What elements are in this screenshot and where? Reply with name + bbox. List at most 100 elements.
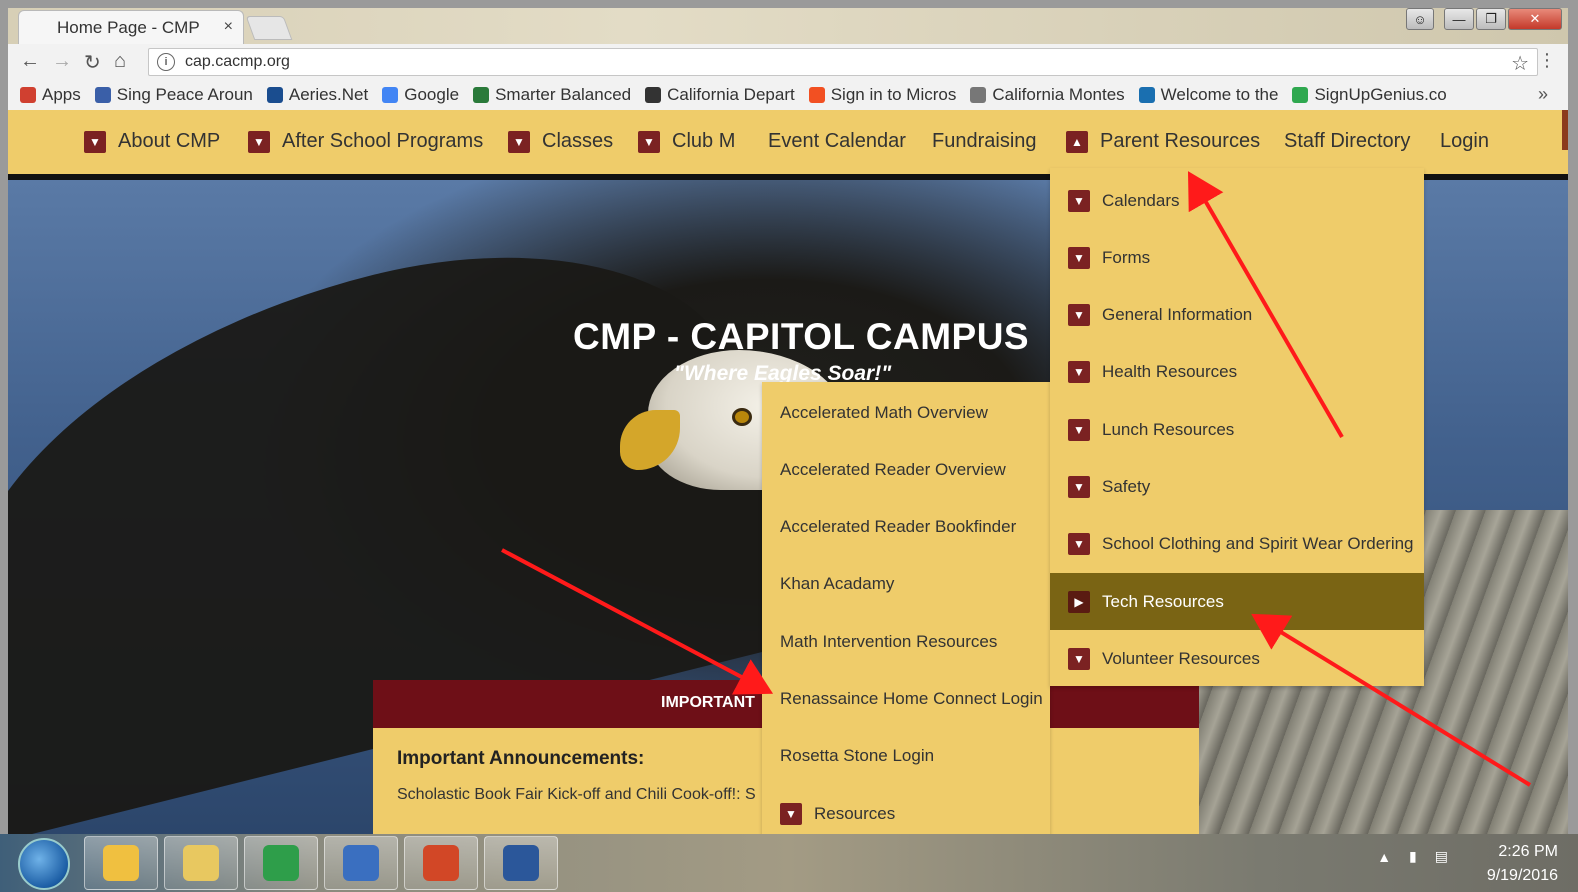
parent-resources-item-6[interactable]: ▼ School Clothing and Spirit Wear Orderin… (1050, 516, 1424, 573)
bookmark-label: Apps (42, 85, 81, 104)
nav-item-4[interactable]: Event Calendar (768, 130, 906, 153)
nav-item-3[interactable]: ▼ Club M (638, 130, 735, 153)
parent-resources-item-3[interactable]: ▼ Health Resources (1050, 344, 1424, 401)
tray-expand-icon[interactable]: ▲ (1377, 849, 1391, 865)
bookmark-2[interactable]: Aeries.Net (266, 85, 369, 105)
bookmark-6[interactable]: Sign in to Micros (808, 85, 956, 105)
clock-time: 2:26 PM (1498, 843, 1558, 860)
tech-resources-item-5[interactable]: Renassaince Home Connect Login (762, 671, 1050, 728)
network-icon[interactable]: ▤ (1435, 848, 1448, 865)
bookmark-label: California Depart (667, 85, 795, 104)
taskbar-app-2[interactable] (244, 836, 318, 890)
taskbar-app-0[interactable] (84, 836, 158, 890)
tech-resources-item-2[interactable]: Accelerated Reader Bookfinder (762, 499, 1050, 556)
chevron-down-icon[interactable]: ▼ (248, 130, 270, 153)
tech-resources-item-1[interactable]: Accelerated Reader Overview (762, 441, 1050, 498)
bookmark-3[interactable]: Google (382, 85, 459, 105)
parent-resources-item-1[interactable]: ▼ Forms (1050, 229, 1424, 286)
tech-resources-item-0[interactable]: Accelerated Math Overview (762, 384, 1050, 441)
bookmarks-bar: Apps Sing Peace Aroun Aeries.Net Google Smar… (8, 80, 1568, 110)
parent-resources-item-5[interactable]: ▼ Safety (1050, 459, 1424, 516)
browser-window: Home Page - CMP × ☺ — ❐ ✕ ← → ↻ ⌂ i cap.… (8, 8, 1568, 834)
parent-resources-item-0[interactable]: ▼ Calendars (1050, 172, 1424, 229)
chevron-down-icon[interactable]: ▼ (508, 130, 530, 153)
parent-resources-item-4[interactable]: ▼ Lunch Resources (1050, 401, 1424, 458)
reload-icon[interactable]: ↻ (84, 50, 101, 75)
site-title: CMP - CAPITOL CAMPUS (573, 316, 1030, 357)
bookmark-favicon-icon (1292, 87, 1309, 103)
parent-resources-item-8[interactable]: ▼ Volunteer Resources (1050, 630, 1424, 687)
chevron-down-icon: ▼ (1068, 304, 1090, 327)
bookmark-5[interactable]: California Depart (645, 85, 795, 105)
bookmark-favicon-icon (94, 87, 111, 103)
bookmark-star-icon[interactable]: ☆ (1511, 51, 1529, 76)
nav-item-1[interactable]: ▼ After School Programs (248, 130, 483, 153)
scrollbar[interactable] (1562, 110, 1568, 150)
browser-menu-icon[interactable]: ⋮ (1538, 50, 1556, 71)
nav-item-0[interactable]: ▼ About CMP (84, 130, 220, 153)
new-tab-button[interactable] (245, 16, 293, 40)
nav-item-8[interactable]: Login (1440, 130, 1489, 153)
nav-item-7[interactable]: Staff Directory (1284, 130, 1410, 153)
bookmark-0[interactable]: Apps (20, 85, 81, 105)
bookmark-favicon-icon (1138, 87, 1155, 103)
menu-item-label: Math Intervention Resources (780, 631, 998, 651)
maximize-button[interactable]: ❐ (1476, 8, 1506, 30)
bookmark-label: Aeries.Net (288, 85, 369, 104)
tech-resources-item-4[interactable]: Math Intervention Resources (762, 613, 1050, 670)
menu-item-label: Calendars (1102, 190, 1180, 210)
chevron-down-icon[interactable]: ▼ (84, 130, 106, 153)
start-button[interactable] (18, 838, 70, 890)
home-icon[interactable]: ⌂ (114, 50, 126, 73)
system-tray: ▲ ▮ ▤ (1377, 848, 1448, 865)
bookmark-8[interactable]: Welcome to the (1138, 85, 1279, 105)
nav-item-label: Fundraising (932, 130, 1037, 152)
back-icon[interactable]: ← (20, 50, 40, 73)
word-icon (503, 845, 539, 881)
app-blue-icon (343, 845, 379, 881)
bookmark-7[interactable]: California Montes (970, 85, 1125, 105)
bookmark-label: California Montes (992, 85, 1125, 104)
tab-close-icon[interactable]: × (224, 18, 233, 36)
menu-item-label: Health Resources (1102, 362, 1238, 382)
tab-home-page[interactable]: Home Page - CMP × (18, 10, 244, 44)
tech-resources-item-7[interactable]: ▼ Resources (762, 785, 1050, 834)
bookmark-label: Sing Peace Aroun (116, 85, 253, 104)
clock-date: 9/19/2016 (1486, 867, 1558, 884)
bookmark-label: Welcome to the (1160, 85, 1279, 104)
info-icon[interactable]: i (157, 53, 175, 71)
chevron-up-icon[interactable]: ▲ (1066, 130, 1088, 153)
bookmarks-overflow-icon[interactable]: » (1538, 84, 1548, 105)
taskbar-app-1[interactable] (164, 836, 238, 890)
tech-resources-item-3[interactable]: Khan Acadamy (762, 556, 1050, 613)
parent-resources-item-2[interactable]: ▼ General Information (1050, 287, 1424, 344)
windows-taskbar: ▲ ▮ ▤ 2:26 PM 9/19/2016 (0, 834, 1578, 892)
powerpoint-icon (423, 845, 459, 881)
bookmark-9[interactable]: SignUpGenius.co (1292, 85, 1447, 105)
forward-icon[interactable]: → (52, 50, 72, 73)
bookmark-4[interactable]: Smarter Balanced (473, 85, 631, 105)
chevron-right-icon: ▶ (1068, 590, 1090, 613)
menu-item-label: Renassaince Home Connect Login (780, 689, 1043, 708)
address-row: ← → ↻ ⌂ i cap.cacmp.org ☆ ⋮ (8, 44, 1568, 80)
power-icon[interactable]: ▮ (1409, 848, 1417, 865)
close-window-button[interactable]: ✕ (1508, 8, 1562, 30)
parent-resources-item-7[interactable]: ▶ Tech Resources (1050, 573, 1424, 631)
bookmark-favicon-icon (645, 87, 662, 103)
minimize-button[interactable]: — (1444, 8, 1474, 30)
tech-resources-item-6[interactable]: Rosetta Stone Login (762, 728, 1050, 785)
nav-item-2[interactable]: ▼ Classes (508, 130, 613, 153)
taskbar-app-5[interactable] (484, 836, 558, 890)
bookmark-1[interactable]: Sing Peace Aroun (94, 85, 253, 105)
clock[interactable]: 2:26 PM 9/19/2016 (1487, 840, 1558, 888)
nav-item-6[interactable]: ▲ Parent Resources (1066, 130, 1260, 153)
chevron-down-icon: ▼ (1068, 476, 1090, 498)
nav-item-5[interactable]: Fundraising (932, 130, 1037, 153)
announcement-text[interactable]: Scholastic Book Fair Kick-off and Chili … (397, 786, 756, 804)
taskbar-app-3[interactable] (324, 836, 398, 890)
menu-item-label: Safety (1102, 477, 1151, 496)
address-bar[interactable]: i cap.cacmp.org ☆ (148, 48, 1538, 76)
chevron-down-icon[interactable]: ▼ (638, 130, 660, 153)
taskbar-app-4[interactable] (404, 836, 478, 890)
user-icon[interactable]: ☺ (1406, 8, 1434, 30)
